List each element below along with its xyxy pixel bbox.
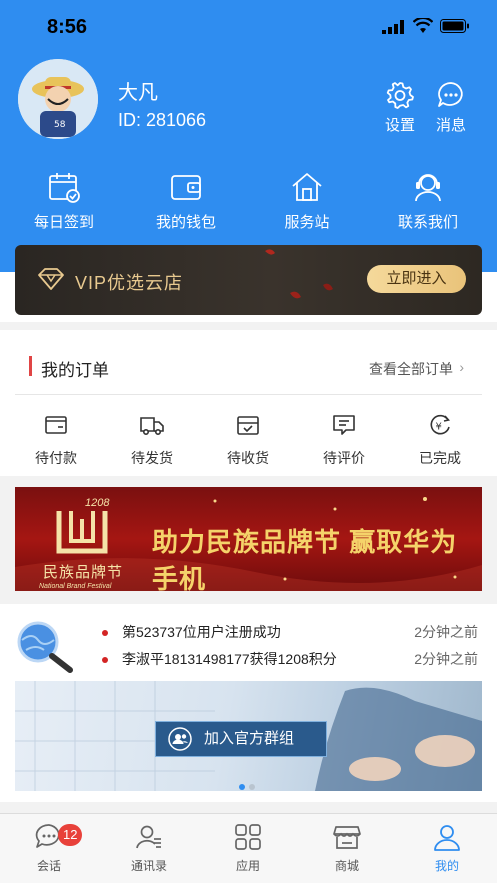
festival-logo-subtext: National Brand Festival [39, 583, 112, 590]
order-label: 已完成 [419, 450, 461, 466]
contacts-icon [136, 825, 161, 849]
comment-icon [333, 415, 355, 435]
bullet-dot [102, 630, 108, 636]
divider [15, 394, 482, 395]
news-time: 2分钟之前 [414, 624, 478, 640]
svg-text:¥: ¥ [436, 422, 442, 433]
unread-badge: 12 [58, 824, 83, 846]
status-bar: 8:56 [0, 0, 497, 52]
message-bubble-icon [438, 82, 463, 107]
quick-label: 服务站 [284, 214, 330, 231]
tab-contacts[interactable]: 通讯录 [114, 822, 184, 874]
vip-store-card[interactable]: VIP优选云店 立即进入 [15, 245, 482, 315]
tab-label: 应用 [235, 859, 260, 873]
orders-title: 我的订单 [41, 361, 109, 380]
diamond-icon [38, 268, 64, 290]
bullet-dot [102, 657, 108, 663]
wallet-icon [45, 416, 67, 434]
truck-icon [140, 417, 164, 435]
festival-logo-text: 民族品牌节 [43, 564, 124, 581]
festival-emblem [56, 511, 108, 554]
wifi-icon [413, 18, 433, 33]
status-time: 8:56 [47, 16, 88, 38]
apps-grid-icon [235, 824, 261, 850]
brand-festival-banner[interactable]: 1208 民族品牌节 National Brand Festival 助力民族品… [15, 487, 482, 591]
tab-me[interactable]: 我的 [412, 822, 482, 874]
quick-label: 联系我们 [397, 214, 458, 231]
messages-label: 消息 [435, 117, 466, 134]
wallet-icon [171, 175, 201, 200]
avatar-image: 58 [18, 59, 98, 139]
box-icon [237, 416, 259, 435]
group-users-icon [168, 727, 192, 751]
join-group-button[interactable]: 加入官方群组 [155, 721, 327, 757]
yen-refresh-icon: ¥ [430, 414, 450, 435]
order-pending-shipment[interactable]: 待发货 [112, 412, 192, 468]
quick-contact-us[interactable]: 联系我们 [378, 170, 478, 232]
carousel-dot[interactable] [239, 784, 245, 790]
gear-icon [386, 82, 414, 109]
profile-header: 8:56 58 大凡 ID: 281066 设置 消息 每日签到 我的钱包 服务… [0, 0, 497, 272]
tab-bar: 会话 12 通讯录 应用 商城 我的 [0, 813, 497, 883]
orders-section: 我的订单 查看全部订单 › 待付款 待发货 待收货 待评价 ¥ 已完成 [0, 330, 497, 476]
tab-apps[interactable]: 应用 [213, 822, 283, 874]
official-group-banner[interactable]: 加入官方群组 [15, 681, 482, 791]
vip-decoration [265, 249, 333, 299]
tab-chat[interactable]: 会话 12 [14, 822, 84, 874]
join-group-label: 加入官方群组 [204, 730, 295, 747]
store-icon [333, 826, 361, 849]
home-icon [292, 173, 322, 201]
quick-daily-checkin[interactable]: 每日签到 [14, 170, 114, 232]
order-pending-review[interactable]: 待评价 [304, 412, 384, 468]
tab-store[interactable]: 商城 [312, 822, 382, 874]
quick-my-wallet[interactable]: 我的钱包 [136, 170, 236, 232]
carousel-dots [237, 777, 257, 791]
view-all-orders-link[interactable]: 查看全部订单 [369, 359, 453, 379]
signal-icon [382, 20, 404, 34]
user-name: 大凡 [118, 82, 158, 104]
calendar-check-icon [49, 173, 80, 203]
avatar[interactable]: 58 [18, 59, 98, 139]
orders-accent-bar [29, 356, 32, 376]
news-text: 第523737位用户注册成功 [122, 624, 281, 640]
tab-label: 我的 [434, 859, 459, 873]
news-text: 李淑平18131498177获得1208积分 [122, 651, 337, 667]
tab-label: 会话 [36, 859, 61, 873]
order-completed[interactable]: ¥ 已完成 [400, 412, 480, 468]
svg-text:58: 58 [54, 120, 66, 130]
quick-label: 我的钱包 [155, 214, 216, 231]
settings-label: 设置 [384, 117, 415, 134]
chevron-right-icon: › [459, 359, 464, 375]
vip-title: VIP优选云店 [75, 273, 184, 293]
tab-label: 商城 [334, 859, 359, 873]
quick-service-station[interactable]: 服务站 [257, 170, 357, 232]
settings-button[interactable]: 设置 [380, 80, 420, 135]
tab-label: 通讯录 [130, 859, 167, 873]
news-time: 2分钟之前 [414, 651, 478, 667]
person-icon [434, 825, 460, 851]
search-globe-icon [17, 621, 73, 673]
order-label: 待收货 [227, 450, 269, 466]
customer-service-icon [415, 174, 441, 202]
battery-icon [440, 19, 469, 33]
order-pending-payment[interactable]: 待付款 [16, 412, 96, 468]
news-item[interactable]: 第523737位用户注册成功 2分钟之前 [102, 622, 478, 644]
user-id: ID: 281066 [118, 110, 207, 130]
messages-button[interactable]: 消息 [431, 80, 471, 135]
banner-slogan: 助力民族品牌节 赢取华为手机 [152, 527, 458, 591]
order-label: 待发货 [131, 450, 173, 466]
carousel-dot[interactable] [249, 784, 255, 790]
news-item[interactable]: 李淑平18131498177获得1208积分 2分钟之前 [102, 649, 478, 671]
order-label: 待付款 [35, 450, 77, 466]
quick-label: 每日签到 [33, 214, 94, 231]
order-pending-receipt[interactable]: 待收货 [208, 412, 288, 468]
order-label: 待评价 [323, 450, 365, 466]
festival-logo: 1208 民族品牌节 National Brand Festival [33, 497, 143, 590]
vip-enter-button[interactable]: 立即进入 [367, 265, 466, 293]
